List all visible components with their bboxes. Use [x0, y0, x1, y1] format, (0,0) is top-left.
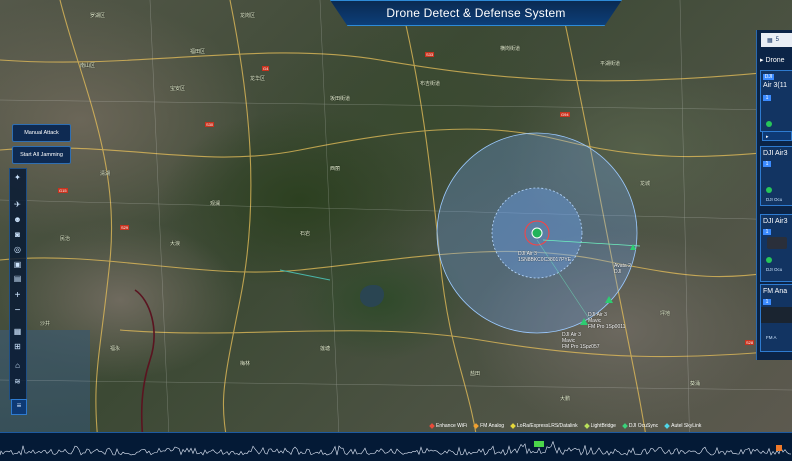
drone-card-sub: FM A [766, 335, 777, 340]
status-dot [766, 257, 772, 263]
plane-icon[interactable]: ✈ [12, 199, 23, 210]
waveform-line [0, 440, 792, 456]
legend-item: DJI OcuSync [622, 423, 658, 429]
drone-thumbnail [767, 237, 787, 249]
legend-item: LightBridge [583, 423, 616, 429]
drone-card[interactable]: DJI Air 3(11 1 [760, 70, 792, 132]
drone-card-title: FM Ana [763, 288, 788, 295]
diamond-icon [429, 423, 435, 429]
diamond-icon [510, 423, 516, 429]
signal-marker [776, 445, 782, 451]
menu-icon[interactable]: ≡ [11, 399, 27, 415]
drone-label[interactable]: DJI Air 3 Mavic FM Pro 1Sp0011 [588, 312, 625, 330]
drone-card[interactable]: FM Ana 1 FM A [760, 284, 792, 352]
count-badge: 1 [763, 229, 771, 235]
waveform-svg [0, 440, 792, 456]
section-title: ▸ Drone [760, 57, 785, 64]
count-badge: 1 [763, 161, 771, 167]
count-badge: 1 [763, 95, 771, 101]
grid-icon[interactable]: ▦ [12, 326, 23, 337]
grid-icon: ▦ [767, 37, 773, 44]
drone-label[interactable]: DJI Air 3 Mavic FM Pro 1Spz057 [562, 332, 600, 350]
status-dot [766, 187, 772, 193]
monitor-icon[interactable]: ▣ [12, 259, 23, 270]
brand-tag: DJI [763, 74, 774, 80]
drone-card-sub: DJI Ocu [766, 197, 783, 202]
home-icon[interactable]: ⌂ [12, 360, 23, 371]
drone-card-title: Air 3(11 [763, 82, 787, 89]
legend-item: Enhance WiFi [429, 423, 467, 429]
legend-item: Autel SkyLink [664, 423, 701, 429]
start-all-jamming-button[interactable]: Start All Jamming [12, 146, 71, 164]
count-badge: 1 [763, 299, 771, 305]
title-bar: Drone Detect & Defense System [330, 0, 622, 26]
spectrum-thumbnail [761, 307, 792, 323]
drone-card[interactable]: DJI Air3 1 DJI Ocu [760, 214, 792, 282]
stack-icon[interactable]: ≋ [12, 376, 23, 387]
camera-icon[interactable]: ◙ [12, 229, 23, 240]
user-icon[interactable]: ☻ [12, 214, 23, 225]
drone-card-sub: DJI Ocu [766, 267, 783, 272]
legend-item: FM Analog [473, 423, 504, 429]
diamond-icon [583, 423, 590, 429]
drone-count-tab[interactable]: ▦ 5 [761, 33, 792, 47]
zoom-in-button[interactable]: + [12, 290, 23, 301]
filter-button[interactable]: ▸ [762, 131, 792, 141]
spectrum-waveform[interactable] [0, 432, 792, 461]
map-toolbar: ✦ ✈ ☻ ◙ ◎ ▣ ▤ + − ▦ ⊞ ⌂ ≋ [9, 168, 27, 400]
manual-attack-button[interactable]: Manual Attack [12, 124, 71, 142]
status-dot [766, 121, 772, 127]
layers-map-icon[interactable]: ⊞ [12, 341, 23, 352]
drone-card-title: DJI Air3 [763, 150, 788, 157]
satellite-map[interactable]: 罗湖区 龙岗区 南山区 福田区 宝安区 龙华区 坂田街道 布吉街道 横岗街道 平… [0, 0, 792, 460]
detection-range [436, 132, 641, 334]
diamond-icon [664, 423, 670, 429]
drone-label[interactable]: Avata 2 DJI [614, 263, 631, 275]
diamond-icon [473, 423, 479, 429]
calendar-icon[interactable]: ▤ [12, 273, 23, 284]
drone-card-title: DJI Air3 [763, 218, 788, 225]
legend-item: LoRa/ExpressLRS/Datalink [510, 423, 578, 429]
zoom-out-button[interactable]: − [12, 305, 23, 316]
drone-label[interactable]: DJI Air 3 1SN8BKC0C38017PYE [518, 251, 571, 263]
signal-legend: Enhance WiFi FM Analog LoRa/ExpressLRS/D… [429, 421, 701, 431]
target-icon[interactable]: ◎ [12, 244, 23, 255]
diamond-icon [622, 423, 628, 429]
signal-marker [534, 441, 544, 447]
drone-card[interactable]: DJI Air3 1 DJI Ocu [760, 146, 792, 206]
drone-count: 5 [775, 37, 780, 43]
page-title: Drone Detect & Defense System [386, 6, 566, 20]
location-icon[interactable]: ✦ [12, 172, 23, 183]
